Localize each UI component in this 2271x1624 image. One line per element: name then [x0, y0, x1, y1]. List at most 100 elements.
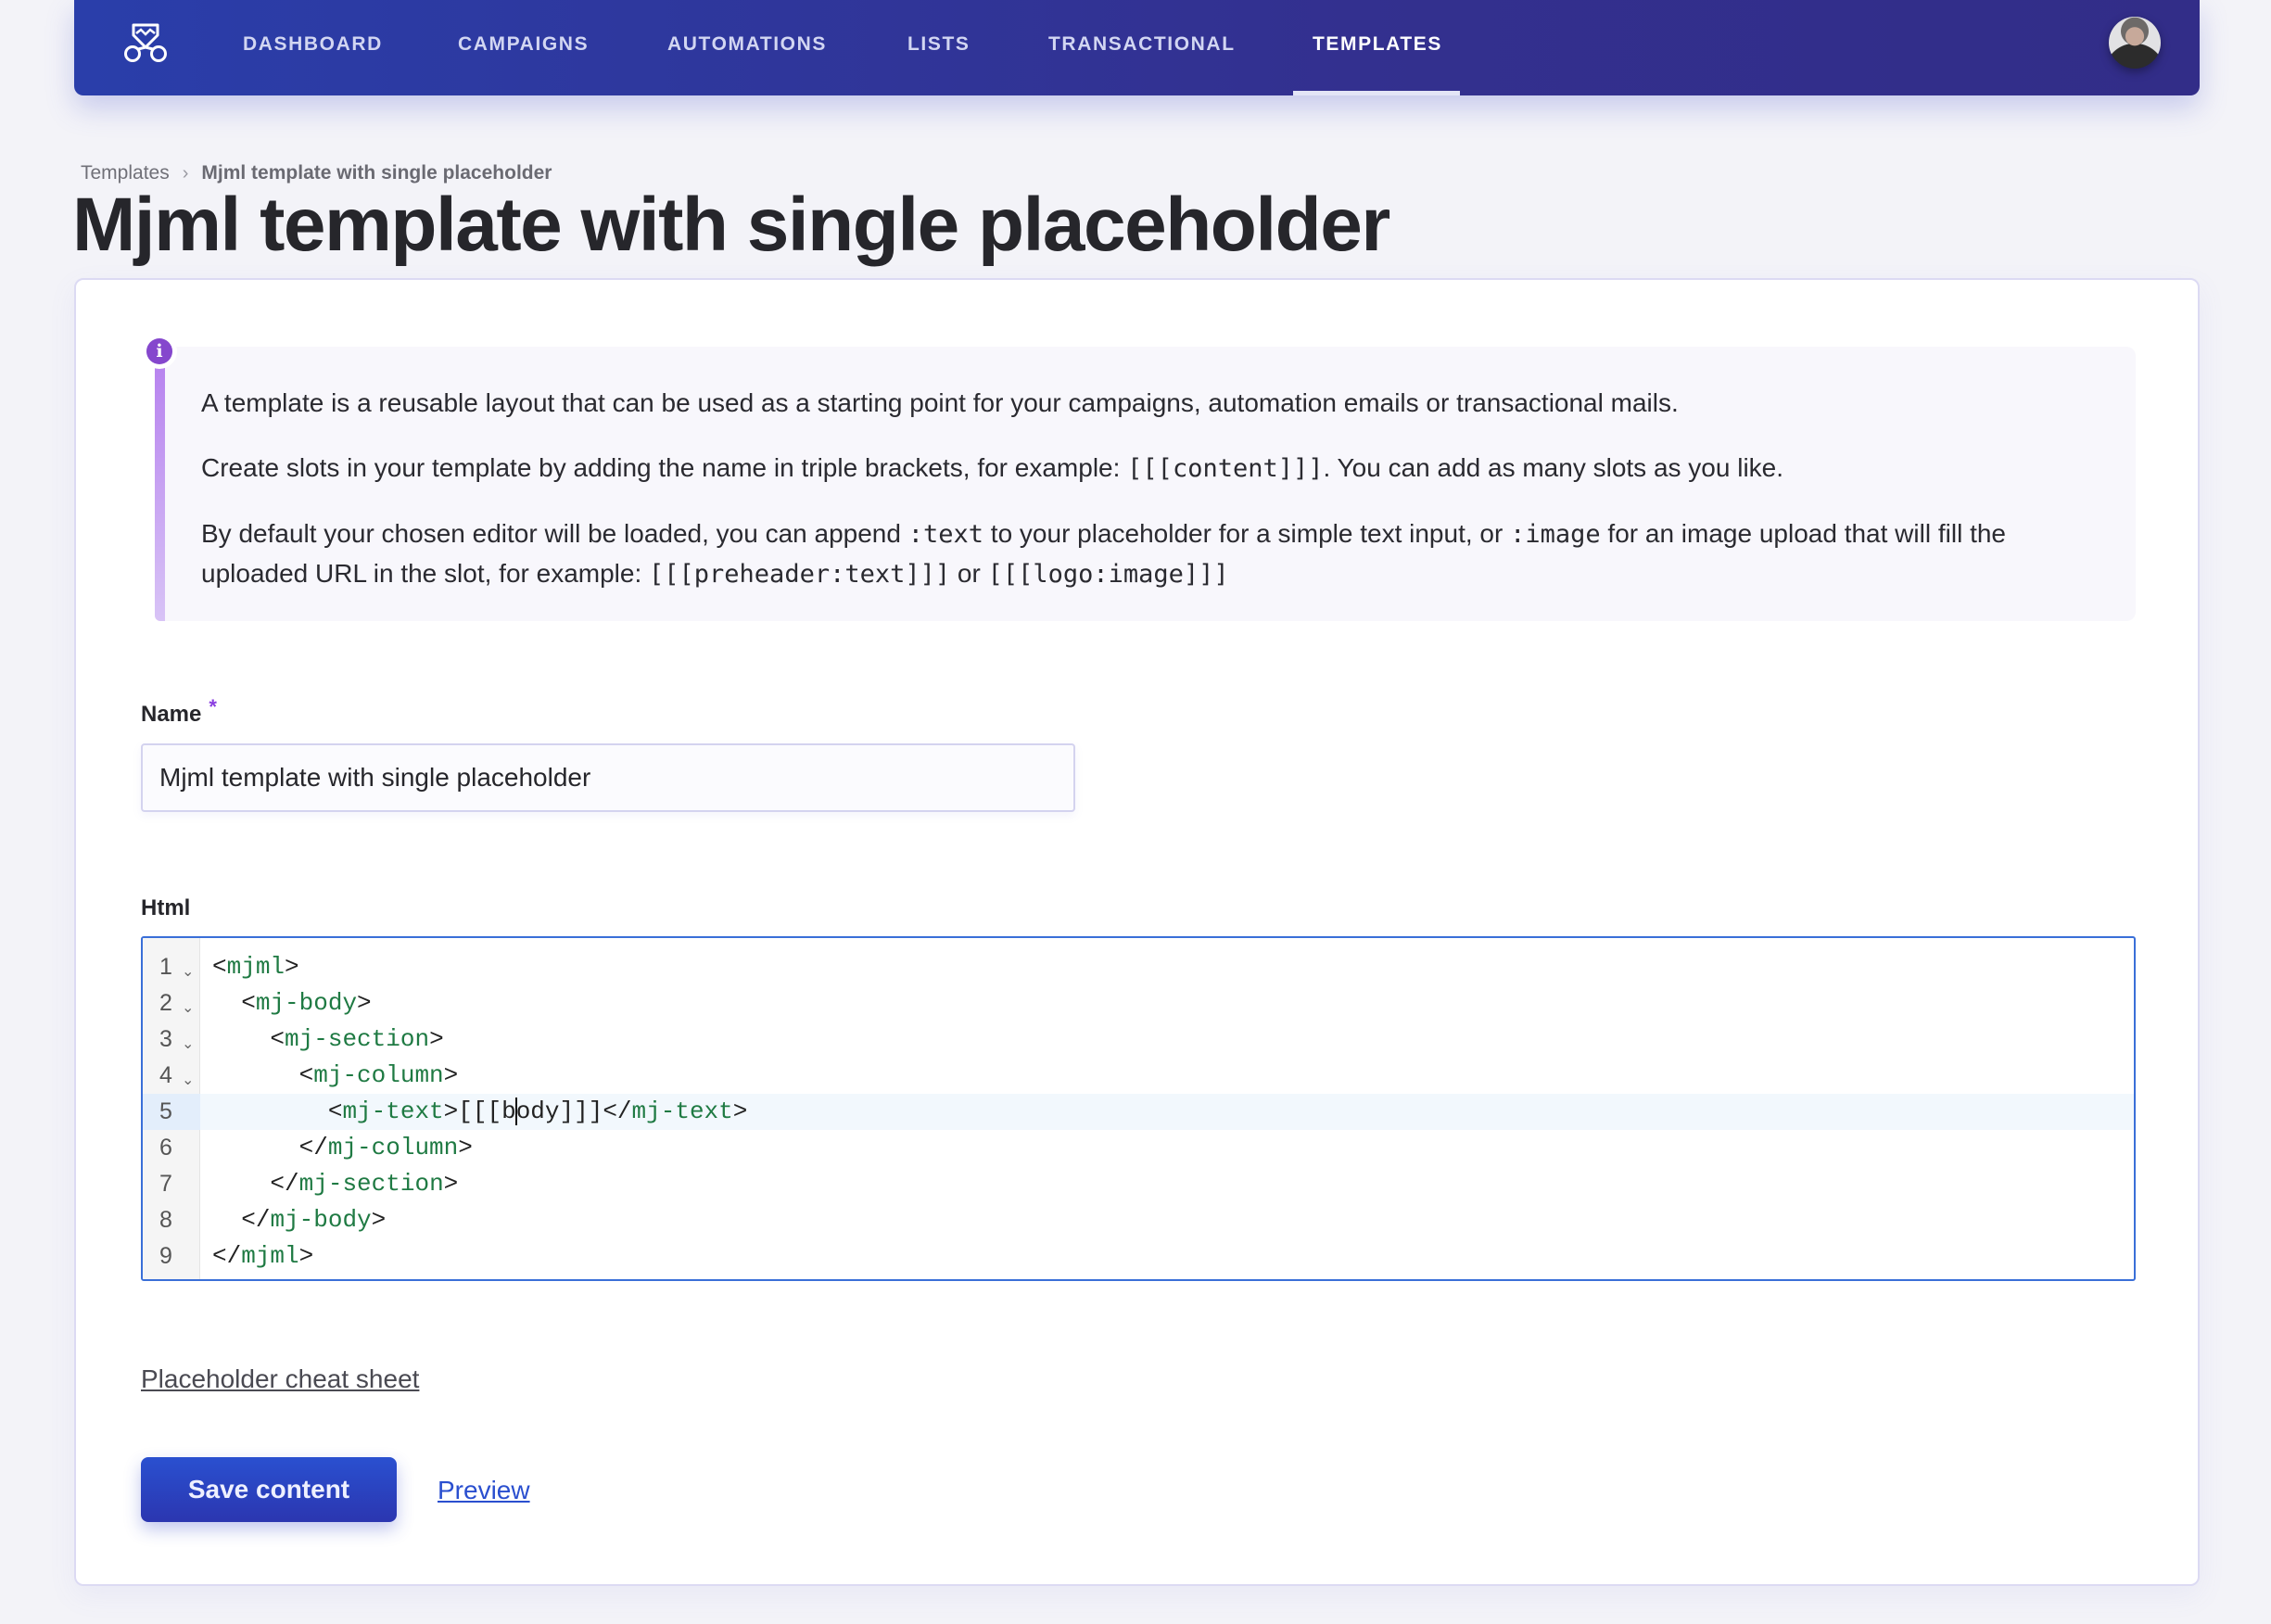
code-line[interactable]: 7 </mj-section> [143, 1166, 2134, 1202]
info-text-segment: By default your chosen editor will be lo… [201, 519, 908, 548]
code-text: </mj-column> [212, 1130, 473, 1166]
code-tag-name: mjml [226, 953, 285, 981]
fold-chevron-icon[interactable]: ⌄ [182, 1061, 194, 1097]
info-text-segment: to your placeholder for a simple text in… [983, 519, 1511, 548]
html-label: Html [141, 895, 191, 920]
code-token: > [371, 1206, 387, 1234]
code-tag-name: mj-text [342, 1097, 444, 1125]
info-text-segment: . You can add as many slots as you like. [1323, 453, 1784, 482]
code-token: > [443, 1170, 459, 1198]
nav-item-lists[interactable]: LISTS [907, 33, 971, 56]
code-line[interactable]: 9 </mjml> [143, 1238, 2134, 1275]
user-avatar[interactable] [2109, 17, 2161, 69]
mailcoach-logo-icon[interactable] [122, 22, 169, 65]
nav-item-dashboard[interactable]: DASHBOARD [243, 33, 383, 56]
code-token: </ [270, 1170, 299, 1198]
code-example-image-suffix: :image [1510, 520, 1601, 549]
name-input[interactable] [141, 743, 1075, 812]
code-token: < [212, 953, 227, 981]
line-number: 9 [159, 1243, 172, 1269]
nav-item-transactional[interactable]: TRANSACTIONAL [1048, 33, 1236, 56]
code-example-content: [[[content]]] [1127, 454, 1324, 483]
code-token: </ [603, 1097, 632, 1125]
code-token: > [285, 953, 299, 981]
code-token: > [458, 1134, 473, 1161]
code-text: <mjml> [212, 949, 299, 985]
nav-item-templates[interactable]: TEMPLATES [1313, 33, 1442, 56]
code-token: > [298, 1242, 314, 1270]
top-nav: DASHBOARD CAMPAIGNS AUTOMATIONS LISTS TR… [74, 0, 2200, 95]
code-token: </ [298, 1134, 328, 1161]
code-token: ody]]] [515, 1097, 603, 1125]
code-text: </mj-section> [212, 1166, 458, 1202]
code-token: </ [212, 1242, 242, 1270]
code-line[interactable]: 4 ⌄ <mj-column> [143, 1058, 2134, 1094]
code-line[interactable]: 2 ⌄ <mj-body> [143, 985, 2134, 1021]
info-paragraph-2: Create slots in your template by adding … [201, 449, 2111, 488]
code-token: > [357, 989, 372, 1017]
code-line[interactable]: 3 ⌄ <mj-section> [143, 1021, 2134, 1058]
code-text: <mj-section> [212, 1021, 444, 1058]
code-token: > [443, 1097, 459, 1125]
info-paragraph-1: A template is a reusable layout that can… [201, 388, 1679, 417]
code-line[interactable]: 6 </mj-column> [143, 1130, 2134, 1166]
line-number: 6 [159, 1135, 172, 1161]
code-tag-name: mj-column [327, 1134, 459, 1161]
line-number: 5 [143, 1094, 200, 1130]
fold-chevron-icon[interactable]: ⌄ [182, 1025, 194, 1061]
code-token: < [241, 989, 256, 1017]
code-token: > [429, 1025, 444, 1053]
code-token: < [298, 1061, 314, 1089]
code-line[interactable]: 8 </mj-body> [143, 1202, 2134, 1238]
code-text: <mj-body> [212, 985, 372, 1021]
code-example-preheader: [[[preheader:text]]] [649, 560, 951, 589]
save-content-button[interactable]: Save content [141, 1457, 397, 1522]
code-token: < [270, 1025, 285, 1053]
html-code-editor[interactable]: 1 ⌄ <mjml> 2 ⌄ <mj-body> 3 ⌄ <mj-section> 4 ⌄ <m… [141, 936, 2136, 1281]
info-box: i A template is a reusable layout that c… [142, 334, 2136, 621]
code-example-logo: [[[logo:image]]] [987, 560, 1229, 589]
fold-chevron-icon[interactable]: ⌄ [182, 953, 194, 989]
page-title: Mjml template with single placeholder [72, 183, 1390, 267]
info-accent-bar [155, 367, 165, 621]
code-token: > [732, 1097, 748, 1125]
placeholder-cheat-sheet-link[interactable]: Placeholder cheat sheet [141, 1364, 419, 1394]
code-tag-name: mj-body [255, 989, 358, 1017]
info-text: A template is a reusable layout that can… [201, 384, 2111, 620]
template-form-card: i A template is a reusable layout that c… [74, 278, 2200, 1586]
code-tag-name: mj-body [270, 1206, 372, 1234]
code-text: <mj-text>[[[body]]]</mj-text> [212, 1094, 747, 1130]
required-indicator: * [209, 695, 217, 718]
info-icon: i [142, 334, 177, 369]
nav-item-campaigns[interactable]: CAMPAIGNS [458, 33, 589, 56]
code-example-text-suffix: :text [907, 520, 984, 549]
name-label: Name * [141, 695, 217, 728]
info-text-segment: or [950, 559, 988, 588]
fold-chevron-icon[interactable]: ⌄ [182, 989, 194, 1025]
code-line[interactable]: 1 ⌄ <mjml> [143, 949, 2134, 985]
active-tab-indicator [1293, 91, 1460, 95]
name-label-text: Name [141, 702, 202, 727]
line-number: 8 [159, 1207, 172, 1233]
code-tag-name: mj-section [285, 1025, 430, 1053]
code-token: < [327, 1097, 343, 1125]
code-tag-name: mj-section [298, 1170, 444, 1198]
preview-link[interactable]: Preview [438, 1476, 530, 1505]
line-number: 7 [159, 1171, 172, 1197]
code-line[interactable]: 5 <mj-text>[[[body]]]</mj-text> [143, 1094, 2134, 1130]
code-tag-name: mj-column [313, 1061, 444, 1089]
code-text: <mj-column> [212, 1058, 459, 1094]
code-tag-name: mj-text [631, 1097, 733, 1125]
code-tag-name: mjml [241, 1242, 299, 1270]
info-text-segment: Create slots in your template by adding … [201, 453, 1128, 482]
code-token: [[[b [458, 1097, 516, 1125]
code-text: </mjml> [212, 1238, 313, 1275]
nav-item-automations[interactable]: AUTOMATIONS [667, 33, 827, 56]
